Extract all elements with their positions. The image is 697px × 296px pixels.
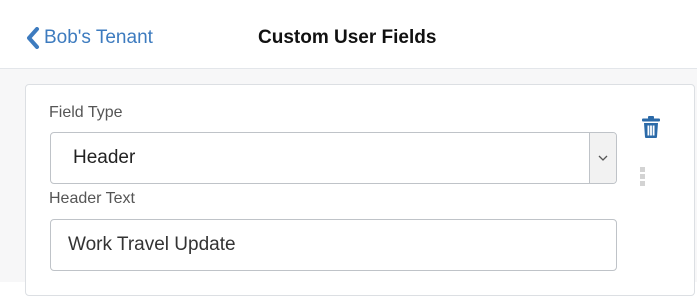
field-type-label: Field Type [49,104,123,121]
field-type-select[interactable]: Header [50,132,617,184]
header-text-input[interactable] [50,219,617,271]
select-arrow-button[interactable] [589,133,616,183]
header-text-label: Header Text [49,190,135,207]
back-link[interactable]: Bob's Tenant [25,24,153,52]
delete-field-button[interactable] [641,115,661,139]
chevron-left-icon [27,27,39,49]
field-type-selected-value: Header [73,147,136,168]
page-title: Custom User Fields [258,27,437,48]
drag-handle-icon[interactable] [640,167,646,189]
chevron-down-icon [598,155,608,161]
trash-icon [642,116,660,138]
back-link-label: Bob's Tenant [44,27,153,48]
top-bar: Bob's Tenant Custom User Fields [0,0,697,69]
